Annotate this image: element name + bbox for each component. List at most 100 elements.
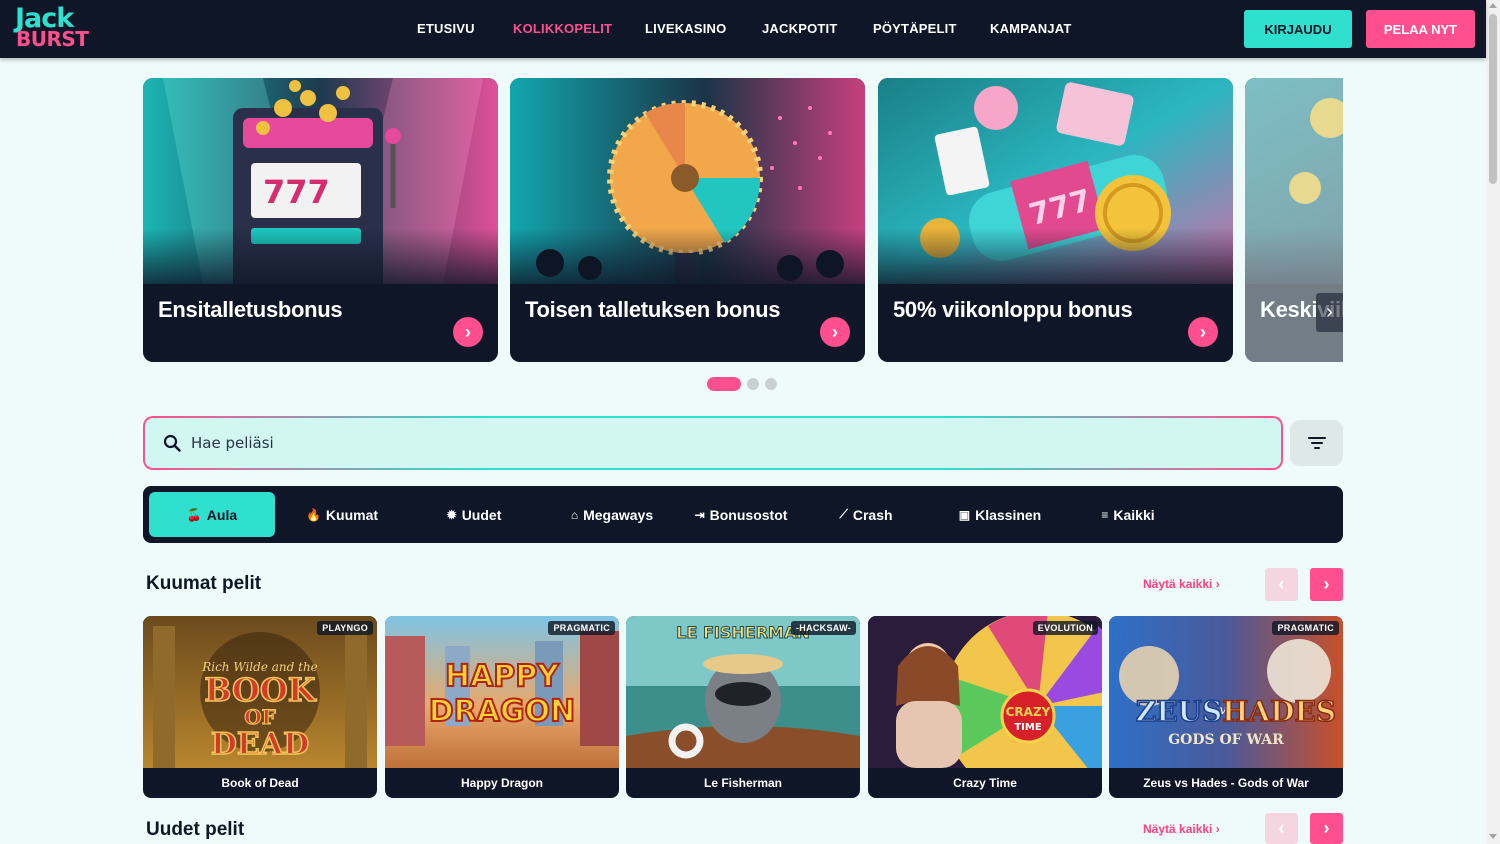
carousel-next-button[interactable]: › xyxy=(1316,293,1343,332)
le-fisherman-thumbnail: LE FISHERMAN xyxy=(626,616,860,768)
tab-label: Crash xyxy=(852,506,893,523)
chevron-right-icon[interactable]: › xyxy=(820,317,850,347)
tab-kuumat[interactable]: 🔥 Kuumat xyxy=(279,492,405,537)
hot-games-prev-button[interactable]: ‹ xyxy=(1265,568,1298,601)
chevron-right-icon: › xyxy=(1215,822,1220,836)
promo-title: Ensitalletusbonus xyxy=(158,297,343,322)
filter-icon xyxy=(1307,437,1326,449)
tab-crash[interactable]: ⟋ Crash xyxy=(803,492,929,537)
tab-label: Aula xyxy=(206,506,238,523)
promo-card-50-viikonloppu-bonus[interactable]: 777 50% viikonloppu bonus › xyxy=(878,78,1233,362)
carousel-pagination xyxy=(707,377,777,391)
tab-label: Uudet xyxy=(461,506,502,523)
login-button[interactable]: KIRJAUDU xyxy=(1244,10,1352,48)
tab-bonusostot[interactable]: ⇥ Bonusostot xyxy=(678,492,804,537)
nav-jackpotit[interactable]: JACKPOTIT xyxy=(762,21,837,36)
thumbnail-text: DRAGON xyxy=(429,694,575,729)
chevron-right-icon: › xyxy=(1215,577,1220,591)
tab-uudet[interactable]: ✹ Uudet xyxy=(411,492,537,537)
provider-badge: PRAGMATIC xyxy=(1272,621,1339,635)
crazy-time-thumbnail: CRAZY TIME xyxy=(868,616,1102,768)
nav-kampanjat[interactable]: KAMPANJAT xyxy=(990,21,1071,36)
promo-shade xyxy=(878,228,1233,298)
carousel-dot-1[interactable] xyxy=(707,377,741,391)
promo-illustration xyxy=(1245,78,1343,284)
new-games-prev-button[interactable]: ‹ xyxy=(1265,813,1298,844)
page-scrollbar[interactable] xyxy=(1486,0,1500,844)
carousel-dot-3[interactable] xyxy=(765,378,777,390)
list-icon: ≡ xyxy=(1101,507,1109,522)
filter-button[interactable] xyxy=(1290,420,1343,466)
tab-label: Kuumat xyxy=(325,506,379,523)
nav-livekasino[interactable]: LIVEKASINO xyxy=(645,21,726,36)
promo-card-ensitalletusbonus[interactable]: 777 Ensitalletusbonus › xyxy=(143,78,498,362)
scroll-thumb[interactable] xyxy=(1489,14,1497,184)
carousel-dot-2[interactable] xyxy=(747,378,759,390)
tab-kaikki[interactable]: ≡ Kaikki xyxy=(1065,492,1191,537)
tab-label: Kaikki xyxy=(1113,506,1155,523)
tab-aula[interactable]: 🍒 Aula xyxy=(149,492,275,537)
provider-badge: -HACKSAW- xyxy=(790,621,856,635)
happy-dragon-thumbnail: HAPPY DRAGON xyxy=(385,616,619,768)
promo-title: 50% viikonloppu bonus xyxy=(893,297,1133,322)
game-card-crazy-time[interactable]: CRAZY TIME EVOLUTION Crazy Time xyxy=(868,616,1102,798)
top-bar: Jack BURST ETUSIVU KOLIKKOPELIT LIVEKASI… xyxy=(0,0,1486,58)
game-card-zeus-vs-hades[interactable]: ZEUS vs HADES GODS OF WAR PRAGMATIC Zeus… xyxy=(1109,616,1343,798)
tab-label: Bonusostot xyxy=(709,506,788,523)
thumbnail-text: HADES xyxy=(1222,695,1336,728)
thumbnail-text: ZEUS xyxy=(1136,695,1222,728)
search-box xyxy=(143,416,1283,470)
search-input[interactable] xyxy=(191,418,1191,468)
chevron-right-icon: › xyxy=(1323,574,1330,594)
book-of-dead-thumbnail: Rich Wilde and the BOOK OF DEAD xyxy=(143,616,377,768)
game-title: Book of Dead xyxy=(221,776,299,790)
thumbnail-text: TIME xyxy=(1014,722,1041,733)
scroll-up-icon[interactable] xyxy=(1489,3,1497,8)
scroll-down-icon[interactable] xyxy=(1489,834,1497,839)
chevron-left-icon: ‹ xyxy=(1278,818,1285,838)
new-games-next-button[interactable]: › xyxy=(1310,813,1343,844)
sparkle-icon: ✹ xyxy=(446,507,457,522)
thumbnail-text: CRAZY xyxy=(1006,705,1051,719)
show-all-label: Näytä kaikki xyxy=(1143,577,1213,591)
chevron-right-icon[interactable]: › xyxy=(453,317,483,347)
cherries-icon: 🍒 xyxy=(186,507,202,522)
tab-klassinen[interactable]: ▣ Klassinen xyxy=(937,492,1063,537)
show-all-hot-games-link[interactable]: Näytä kaikki › xyxy=(1143,577,1220,591)
provider-badge: PLAYNGO xyxy=(317,621,373,635)
promo-card-toisen-talletuksen-bonus[interactable]: Toisen talletuksen bonus › xyxy=(510,78,865,362)
section-title-new-games: Uudet pelit xyxy=(146,819,245,840)
game-card-happy-dragon[interactable]: HAPPY DRAGON PRAGMATIC Happy Dragon xyxy=(385,616,619,798)
thumbnail-text: BOOK xyxy=(204,671,316,709)
svg-text:777: 777 xyxy=(263,173,330,211)
promo-shade xyxy=(1245,228,1343,298)
game-title: Zeus vs Hades - Gods of War xyxy=(1143,776,1309,790)
show-all-label: Näytä kaikki xyxy=(1143,822,1213,836)
chevron-right-icon[interactable]: › xyxy=(1188,317,1218,347)
nav-kolikkopelit[interactable]: KOLIKKOPELIT xyxy=(513,21,612,36)
promo-title: Toisen talletuksen bonus xyxy=(525,297,781,322)
game-card-book-of-dead[interactable]: Rich Wilde and the BOOK OF DEAD PLAYNGO … xyxy=(143,616,377,798)
trend-line-icon: ⟋ xyxy=(839,507,848,521)
nav-poytapelit[interactable]: PÖYTÄPELIT xyxy=(873,21,957,36)
thumbnail-text: OF xyxy=(244,705,276,729)
hot-games-next-button[interactable]: › xyxy=(1310,568,1343,601)
show-all-new-games-link[interactable]: Näytä kaikki › xyxy=(1143,822,1220,836)
section-title-hot-games: Kuumat pelit xyxy=(146,573,262,594)
promo-shade xyxy=(510,228,865,298)
provider-badge: PRAGMATIC xyxy=(548,621,615,635)
bonus-buy-icon: ⇥ xyxy=(694,507,705,522)
game-card-le-fisherman[interactable]: LE FISHERMAN -HACKSAW- Le Fisherman xyxy=(626,616,860,798)
provider-badge: EVOLUTION xyxy=(1032,621,1098,635)
play-now-button[interactable]: PELAA NYT xyxy=(1366,10,1475,48)
thumbnail-text: DEAD xyxy=(211,727,309,762)
chevron-right-icon: › xyxy=(1323,818,1330,838)
tab-megaways[interactable]: ⌂ Megaways xyxy=(549,492,675,537)
temple-icon: ⌂ xyxy=(570,507,579,522)
search-box-inner xyxy=(145,418,1281,468)
game-title: Crazy Time xyxy=(953,776,1017,790)
slot-machine-icon: ▣ xyxy=(958,507,971,522)
nav-etusivu[interactable]: ETUSIVU xyxy=(417,21,475,36)
game-title: Happy Dragon xyxy=(460,776,543,790)
tab-label: Klassinen xyxy=(975,506,1042,523)
